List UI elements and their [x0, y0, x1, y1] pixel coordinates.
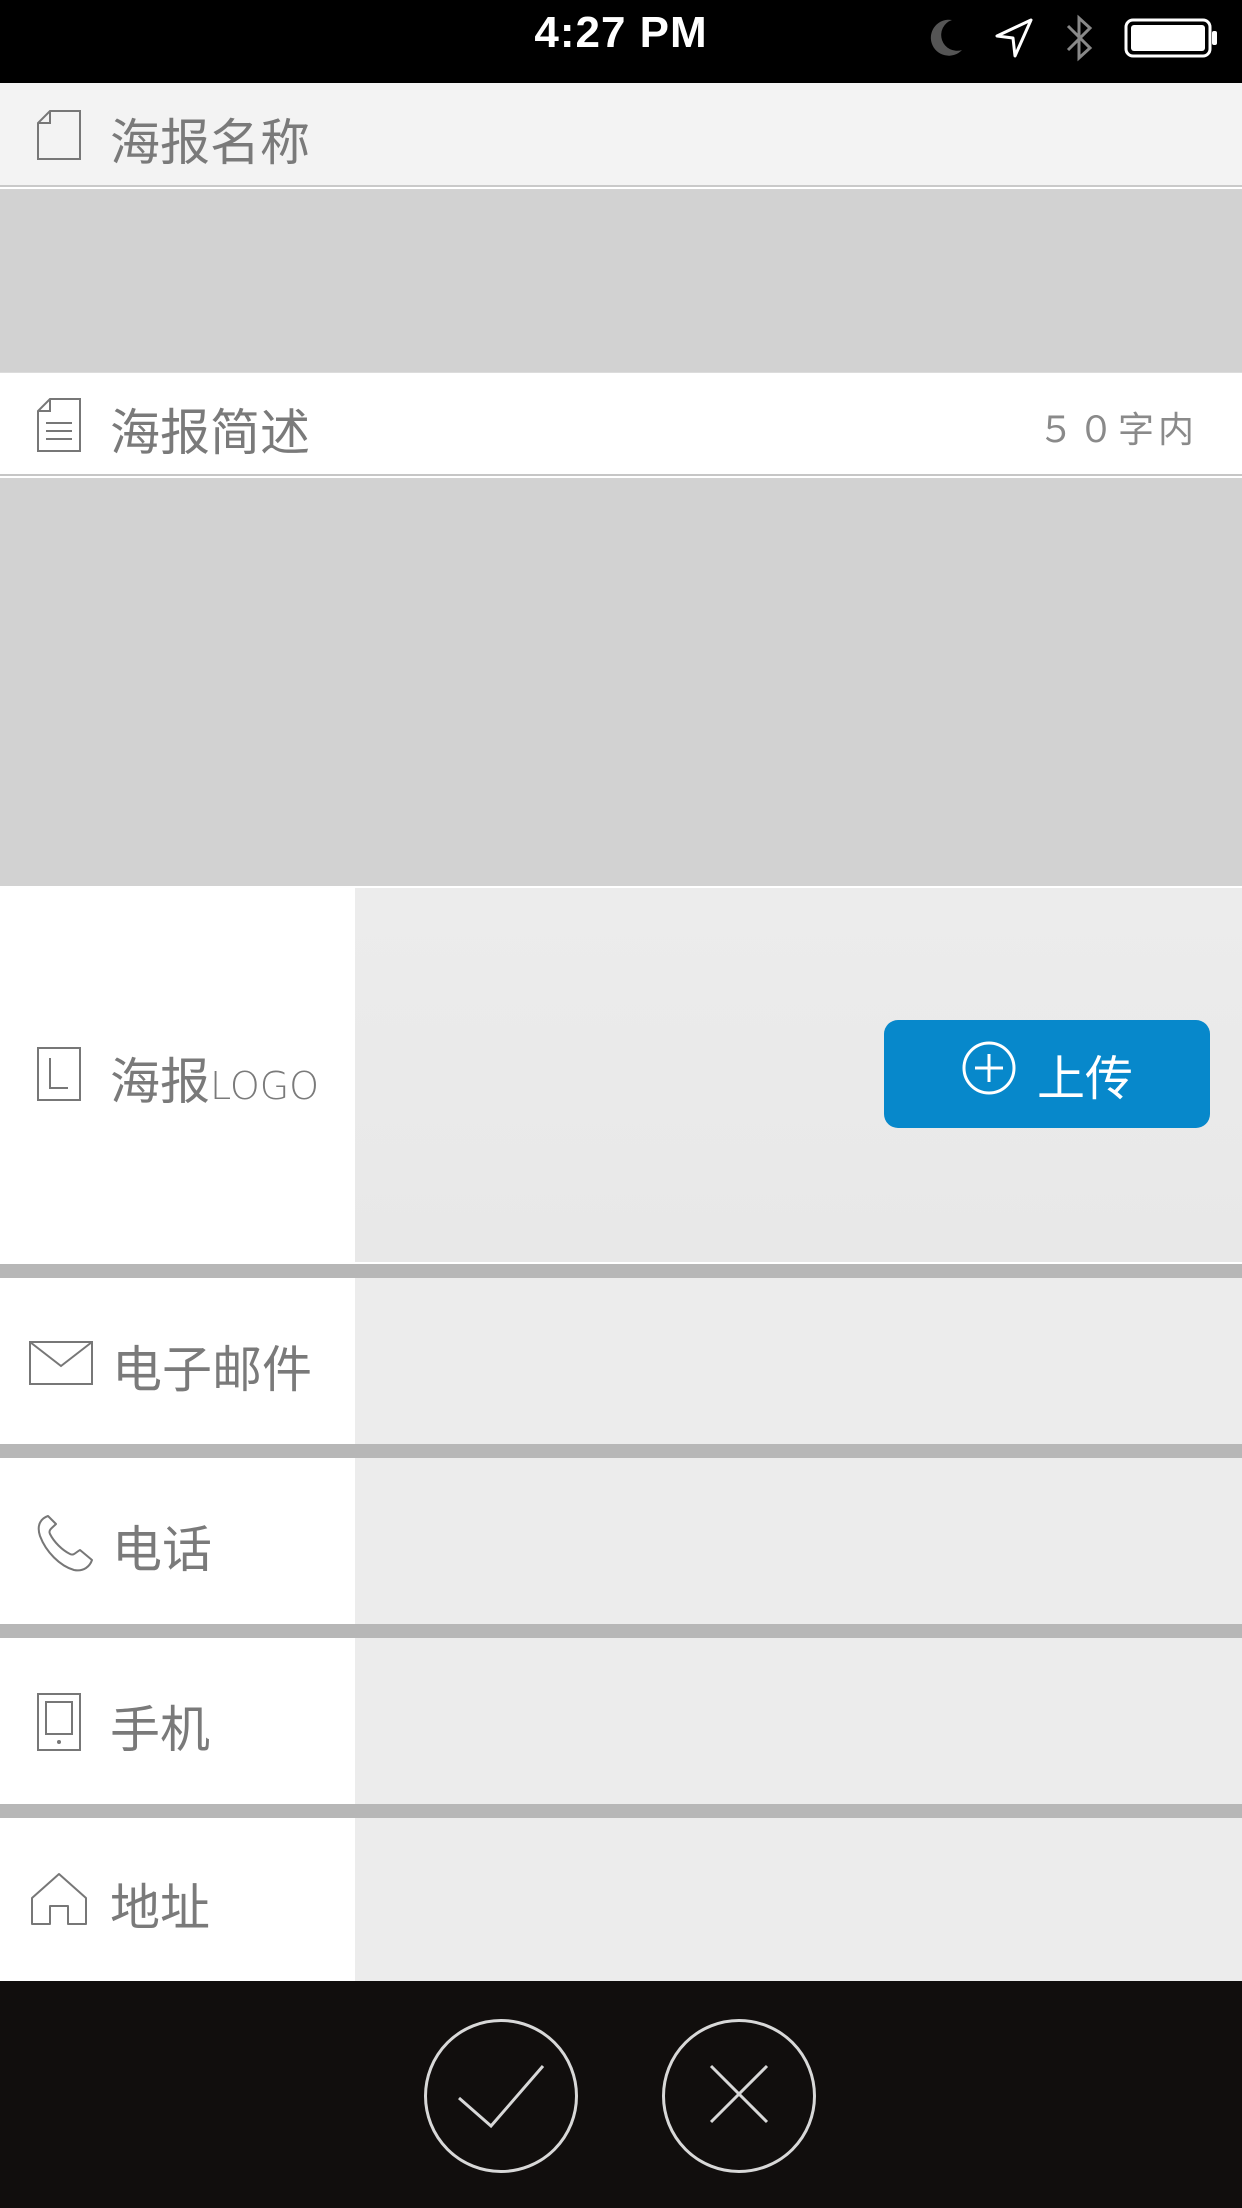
address-label-cell: 地址	[0, 1818, 355, 1981]
location-arrow-icon	[994, 16, 1034, 64]
home-icon	[28, 1870, 90, 1930]
document-icon	[36, 109, 82, 165]
email-label: 电子邮件	[112, 1341, 312, 1399]
poster-logo-label-cn: 海报	[110, 1053, 210, 1111]
char-limit-hint: ５０字内	[1037, 410, 1198, 451]
phone-label: 电话	[112, 1521, 212, 1579]
email-label-cell: 电子邮件	[0, 1278, 355, 1444]
poster-desc-row[interactable]: 海报简述 ５０字内	[0, 372, 1242, 476]
email-row[interactable]: 电子邮件	[0, 1278, 1242, 1444]
check-icon	[453, 2054, 549, 2138]
upload-button[interactable]: 上传	[884, 1020, 1210, 1128]
divider	[0, 1444, 1242, 1458]
poster-name-input[interactable]	[0, 189, 1242, 372]
upload-label: 上传	[1036, 1051, 1133, 1107]
document-lines-icon	[36, 397, 82, 457]
poster-logo-label: 海报LOGO	[110, 1042, 319, 1114]
moon-icon	[926, 16, 966, 64]
phone-icon	[34, 1512, 94, 1578]
address-label: 地址	[110, 1879, 210, 1937]
close-icon	[707, 2062, 771, 2130]
poster-desc-label: 海报简述	[110, 404, 310, 462]
status-bar: 4:27 PM	[0, 0, 1242, 83]
phone-label-cell: 电话	[0, 1458, 355, 1624]
confirm-button[interactable]	[424, 2019, 578, 2173]
divider	[0, 1804, 1242, 1818]
address-row[interactable]: 地址	[0, 1818, 1242, 1981]
poster-desc-input[interactable]	[0, 478, 1242, 886]
poster-logo-label-cell: 海报LOGO	[0, 888, 355, 1262]
logo-l-icon	[36, 1046, 82, 1106]
divider	[0, 1264, 1242, 1278]
mobile-icon	[36, 1692, 82, 1756]
mobile-label: 手机	[110, 1701, 210, 1759]
poster-name-row[interactable]: 海报名称	[0, 83, 1242, 187]
bottom-action-bar	[0, 1981, 1242, 2208]
bluetooth-icon	[1062, 12, 1096, 68]
plus-circle-icon	[961, 1040, 1017, 1108]
status-icons	[926, 14, 1220, 66]
phone-row[interactable]: 电话	[0, 1458, 1242, 1624]
poster-name-label: 海报名称	[110, 114, 310, 172]
divider	[0, 1624, 1242, 1638]
cancel-button[interactable]	[662, 2019, 816, 2173]
mobile-label-cell: 手机	[0, 1638, 355, 1804]
mail-icon	[28, 1340, 94, 1390]
battery-icon	[1124, 16, 1220, 64]
mobile-row[interactable]: 手机	[0, 1638, 1242, 1804]
poster-logo-label-en: LOGO	[210, 1064, 320, 1108]
